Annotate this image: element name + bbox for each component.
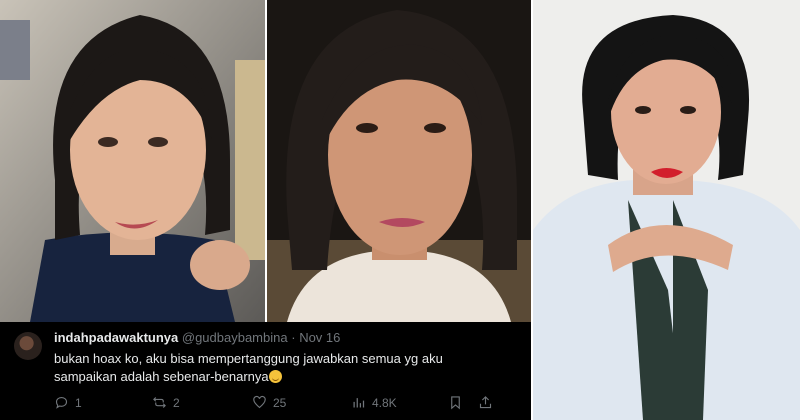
smiling-face-emoji-icon (268, 370, 282, 383)
tweet-card: indahpadawaktunya @gudbaybambina · Nov 1… (0, 322, 531, 420)
retweet-icon (153, 397, 166, 408)
tweet-header: indahpadawaktunya @gudbaybambina · Nov 1… (54, 330, 340, 345)
display-name[interactable]: indahpadawaktunya (54, 330, 178, 345)
photo-middle (267, 0, 531, 322)
share-button[interactable] (478, 395, 493, 410)
bookmark-icon (451, 396, 460, 410)
tweet-text-block: bukan hoax ko, aku bisa mempertanggung j… (54, 350, 494, 386)
tweet-actions: 1 2 25 4.8K (54, 395, 494, 413)
retweet-count: 2 (173, 395, 180, 410)
bookmark-button[interactable] (448, 395, 463, 410)
reply-icon (55, 396, 68, 409)
tweet-date[interactable]: Nov 16 (299, 330, 340, 345)
like-button[interactable]: 25 (252, 395, 286, 410)
views-count: 4.8K (372, 395, 397, 410)
separator-dot: · (291, 330, 296, 345)
avatar[interactable] (14, 332, 42, 360)
retweet-button[interactable]: 2 (152, 395, 180, 410)
reply-count: 1 (75, 395, 82, 410)
photo-left (0, 0, 265, 322)
reply-button[interactable]: 1 (54, 395, 82, 410)
tweet-text: bukan hoax ko, aku bisa mempertanggung j… (54, 351, 443, 384)
views-button[interactable]: 4.8K (351, 395, 397, 410)
like-count: 25 (273, 395, 287, 410)
heart-icon (253, 395, 266, 409)
user-handle[interactable]: @gudbaybambina (182, 330, 288, 345)
photo-right (533, 0, 800, 420)
share-icon (479, 396, 492, 409)
views-icon (353, 398, 365, 408)
